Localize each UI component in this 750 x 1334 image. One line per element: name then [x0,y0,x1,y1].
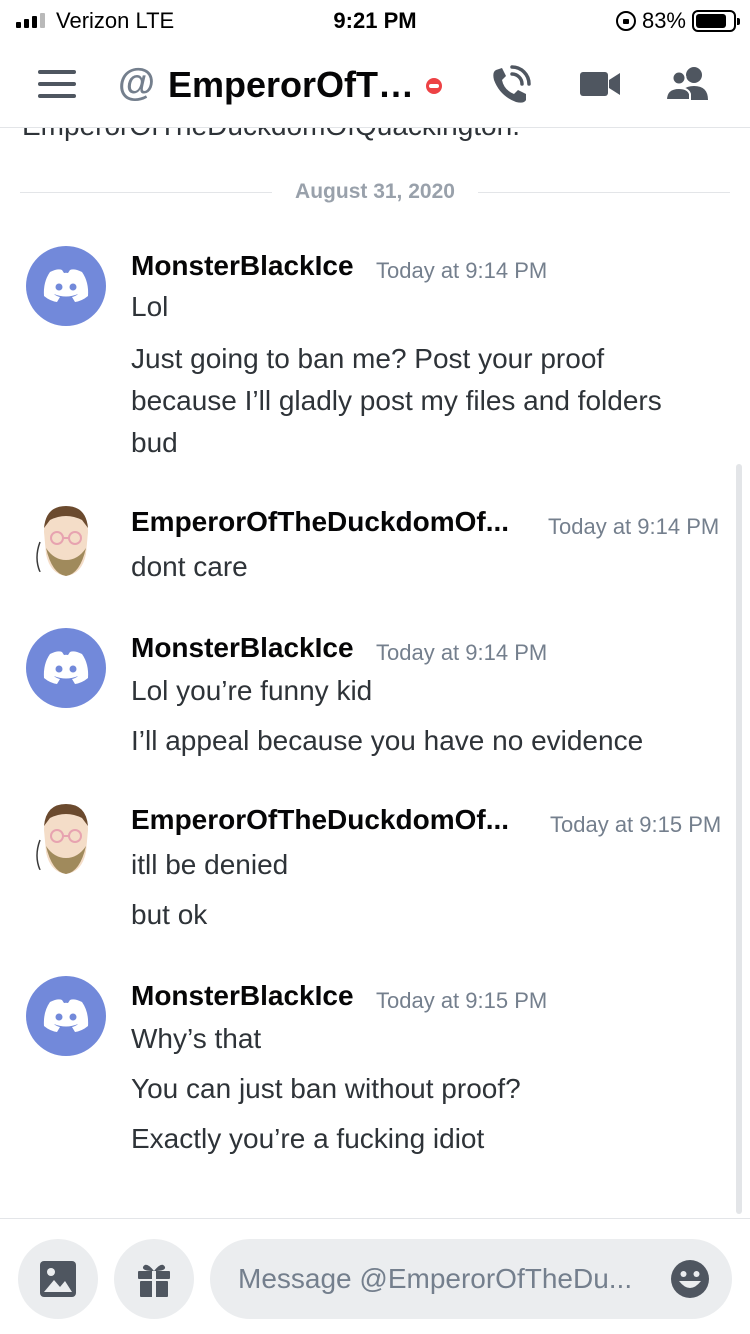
discord-logo-icon [43,269,89,302]
message-input-wrapper [210,1239,732,1319]
message-timestamp: Today at 9:15 PM [550,812,722,837]
message-timestamp: Today at 9:14 PM [548,514,720,539]
dnd-status-icon [426,78,442,94]
message-text[interactable]: but ok [131,894,207,936]
emoji-icon[interactable] [670,1259,710,1304]
message-text[interactable]: Exactly you’re a fucking idiot [131,1118,484,1160]
battery-icon [692,10,740,32]
message-text[interactable]: Lol [131,286,168,328]
message-text[interactable]: dont care [131,546,248,588]
avatar[interactable] [26,976,106,1056]
avatar[interactable] [26,502,106,582]
message-timestamp: Today at 9:14 PM [376,640,548,665]
message-timestamp: Today at 9:14 PM [376,258,548,283]
message-list[interactable]: EmperorOfTheDuckdomOfQuackington. August… [0,128,750,1218]
date-divider: August 31, 2020 [20,178,730,208]
channel-intro-text: EmperorOfTheDuckdomOfQuackington. [22,128,520,142]
message-input[interactable] [238,1257,658,1301]
message-author[interactable]: MonsterBlackIce [131,980,354,1012]
menu-icon[interactable] [38,70,76,98]
message-author[interactable]: EmperorOfTheDuckdomOf... [131,506,509,538]
message-author[interactable]: MonsterBlackIce [131,250,354,282]
battery-percent: 83% [641,8,686,33]
message-author[interactable]: EmperorOfTheDuckdomOf... [131,804,509,836]
message-scrollbar[interactable] [736,464,742,1214]
gift-button[interactable] [114,1239,194,1319]
message-timestamp: Today at 9:15 PM [376,988,548,1013]
battery-indicator: 83% [615,8,740,34]
dm-header: @ EmperorOfTh... [0,40,750,128]
gift-icon [138,1264,170,1297]
message-author[interactable]: MonsterBlackIce [131,632,354,664]
message-text[interactable]: Just going to ban me? Post your proof [131,338,604,380]
image-icon [40,1261,76,1297]
message-text[interactable]: Lol you’re funny kid [131,670,372,712]
attach-image-button[interactable] [18,1239,98,1319]
video-camera-icon[interactable] [578,64,622,109]
phone-call-icon[interactable] [488,64,532,113]
orientation-lock-icon [615,11,636,31]
members-icon[interactable] [664,64,712,109]
dm-at-icon: @ [118,62,156,104]
status-bar: Verizon LTE 9:21 PM 83% [0,0,750,40]
composer-bar [0,1218,750,1334]
avatar[interactable] [26,246,106,326]
dm-recipient-title[interactable]: EmperorOfTh... [168,64,418,106]
message-text[interactable]: itll be denied [131,844,288,886]
avatar[interactable] [26,628,106,708]
discord-logo-icon [43,999,89,1032]
message-text[interactable]: You can just ban without proof? [131,1068,521,1110]
message-text[interactable]: Why’s that [131,1018,261,1060]
message-text[interactable]: bud [131,422,178,464]
discord-logo-icon [43,651,89,684]
message-text[interactable]: because I’ll gladly post my files and fo… [131,380,662,422]
avatar[interactable] [26,800,106,880]
message-text[interactable]: I’ll appeal because you have no evidence [131,720,643,762]
